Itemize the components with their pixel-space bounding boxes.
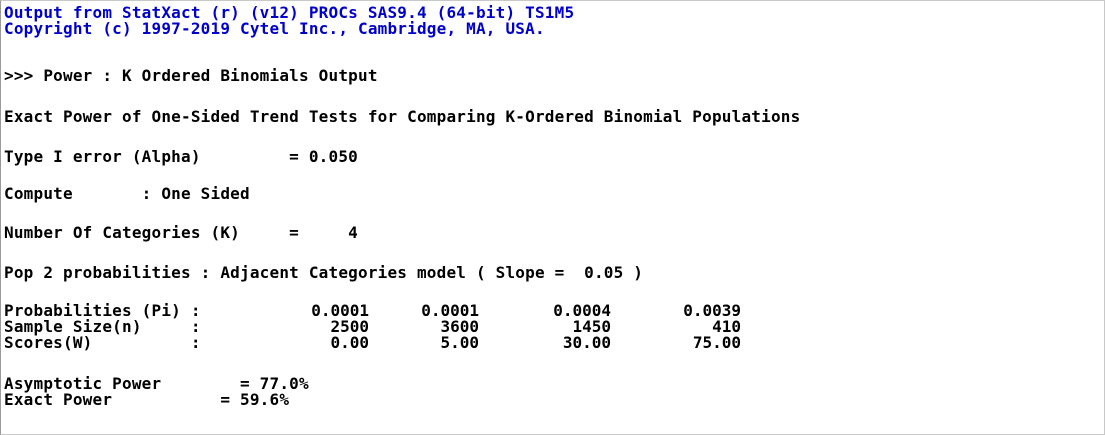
scores-label: Scores(W) : [4, 333, 201, 352]
score-value: 0.00 [330, 333, 369, 352]
compute-line: Compute : One Sided [4, 184, 250, 203]
score-value: 30.00 [562, 333, 611, 352]
pop2-line: Pop 2 probabilities : Adjacent Categorie… [4, 263, 644, 282]
output-window: Output from StatXact (r) (v12) PROCs SAS… [0, 0, 1105, 435]
score-value: 75.00 [692, 333, 741, 352]
score-value: 5.00 [440, 333, 479, 352]
exact-power-line: Exact Power = 59.6% [4, 390, 290, 409]
categories-line: Number Of Categories (K) = 4 [4, 223, 358, 242]
output-description: Exact Power of One-Sided Trend Tests for… [4, 107, 801, 126]
output-title: >>> Power : K Ordered Binomials Output [4, 66, 378, 85]
alpha-line: Type I error (Alpha) = 0.050 [4, 147, 358, 166]
header-line-2: Copyright (c) 1997-2019 Cytel Inc., Camb… [4, 19, 545, 38]
